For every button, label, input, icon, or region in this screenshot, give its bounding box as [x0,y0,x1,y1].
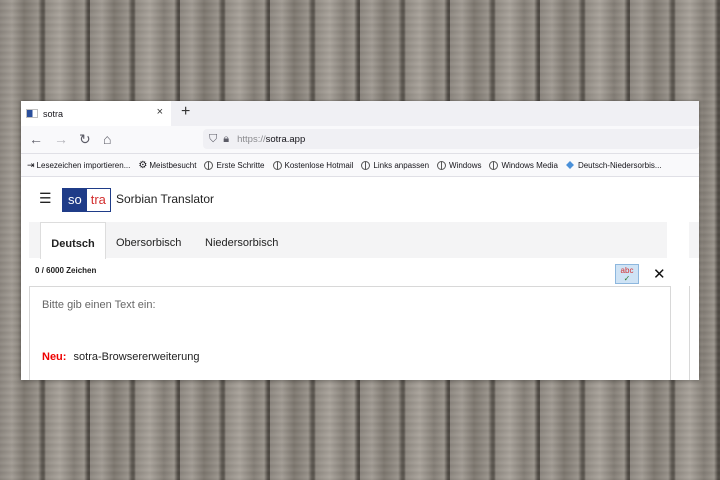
globe-icon [489,160,499,170]
back-arrow-icon[interactable]: ← [29,131,43,147]
tab-obersorbisch[interactable]: Obersorbisch [116,222,196,258]
checkmark-icon: ✓ [623,274,631,283]
forward-arrow-icon[interactable]: → [54,131,68,147]
sorbian-flag-icon [26,109,38,118]
bookmark-label: Lesezeichen importieren... [36,160,131,170]
bookmark-import[interactable]: ⇥ Lesezeichen importieren... [27,160,130,171]
bookmark-label: Erste Schritte [216,160,265,170]
bookmark-windows-media[interactable]: Windows Media [489,160,558,170]
bookmark-dictionary[interactable]: Deutsch-Niedersorbis... [565,160,662,170]
url-host: sotra.app [265,133,306,145]
source-language-tabs: Deutsch Obersorbisch Niedersorbisch [29,222,667,259]
logo-so: so [63,189,87,211]
spellcheck-button[interactable]: abc ✓ [615,264,639,284]
bookmark-label: Meistbesucht [149,160,197,170]
tab-label: Niedersorbisch [205,237,279,249]
input-placeholder: Bitte gib einen Text ein: [42,299,156,311]
url-protocol: https:// [237,133,266,145]
news-text[interactable]: sotra-Browsererweiterung [74,351,200,363]
app-title: Sorbian Translator [116,192,215,206]
bookmark-label: Deutsch-Niedersorbis... [577,160,662,170]
new-tab-button[interactable]: + [181,103,190,121]
clear-text-icon[interactable]: ✕ [653,265,666,283]
shield-icon[interactable]: ⛉ [209,133,217,146]
browser-tab-sotra[interactable]: sotra × [21,101,171,126]
bookmark-label: Links anpassen [373,160,430,170]
home-icon[interactable]: ⌂ [103,131,111,147]
news-label: Neu: [42,351,67,363]
source-text-input[interactable]: Bitte gib einen Text ein: Neu: sotra-Bro… [29,286,671,380]
logo-tra: tra [86,189,110,211]
globe-icon [437,160,447,170]
tab-strip: sotra × + [21,101,699,126]
arrow-icon [565,161,574,169]
target-panel-tabs [689,222,699,258]
sotra-logo[interactable]: so tra [62,188,111,212]
nav-toolbar: ← → ↻ ⌂ ⛉ 🔒︎ https:// sotra.app [21,126,699,154]
news-line[interactable]: Neu: sotra-Browsererweiterung [42,351,199,363]
bookmark-most-visited[interactable]: ⚙ Meistbesucht [138,160,196,171]
tab-close-icon[interactable]: × [157,106,163,118]
hamburger-menu-icon[interactable]: ☰ [39,190,52,207]
tab-deutsch[interactable]: Deutsch [40,222,106,259]
character-counter: 0 / 6000 Zeichen [35,266,97,275]
bookmark-label: Kostenlose Hotmail [284,160,354,170]
lock-icon[interactable]: 🔒︎ [223,133,229,146]
bookmark-hotmail[interactable]: Kostenlose Hotmail [272,160,354,170]
bookmark-first-steps[interactable]: Erste Schritte [204,160,265,170]
tab-title: sotra [43,108,64,119]
bookmark-label: Windows [449,160,482,170]
bookmark-windows[interactable]: Windows [437,160,482,170]
tab-label: Obersorbisch [116,237,182,249]
globe-icon [361,160,371,170]
import-icon: ⇥ [27,159,35,170]
address-bar[interactable]: ⛉ 🔒︎ https:// sotra.app [203,129,699,149]
reload-icon[interactable]: ↻ [79,131,91,148]
globe-icon [272,160,282,170]
target-text-output [689,286,699,380]
bookmarks-bar: ⇥ Lesezeichen importieren... ⚙ Meistbesu… [21,154,699,177]
globe-icon [204,160,214,170]
bookmark-label: Windows Media [501,160,558,170]
tab-label: Deutsch [51,238,95,250]
gear-icon: ⚙ [138,159,148,171]
bookmark-customize-links[interactable]: Links anpassen [361,160,430,170]
tab-niedersorbisch[interactable]: Niedersorbisch [205,222,295,258]
app-header: ☰ so tra Sorbian Translator [21,177,699,221]
browser-window: sotra × + ← → ↻ ⌂ ⛉ 🔒︎ https:// sotra.ap… [21,101,699,380]
